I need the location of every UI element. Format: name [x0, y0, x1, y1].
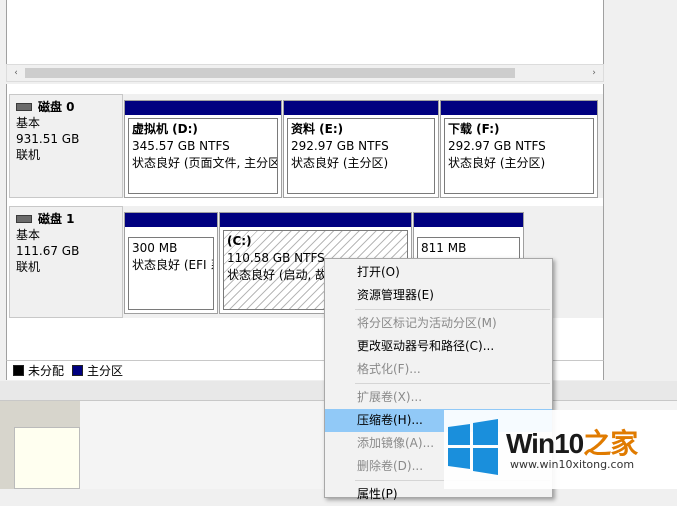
menu-separator — [355, 383, 550, 384]
primary-swatch — [72, 365, 84, 376]
disk-0-label[interactable]: 磁盘 0 基本 931.51 GB 联机 — [9, 94, 123, 198]
scrollbar-thumb[interactable] — [25, 68, 515, 78]
legend-unallocated: 未分配 — [28, 364, 65, 378]
scroll-left-icon[interactable]: ‹ — [8, 66, 24, 80]
disk-1-label[interactable]: 磁盘 1 基本 111.67 GB 联机 — [9, 206, 123, 318]
disk-0-row: 磁盘 0 基本 931.51 GB 联机 虚拟机 (D:) 345.57 GB … — [7, 94, 603, 198]
disk-icon — [16, 103, 32, 111]
partition-f[interactable]: 下载 (F:) 292.97 GB NTFS 状态良好 (主分区) — [440, 100, 598, 198]
menu-separator — [355, 309, 550, 310]
partition-d[interactable]: 虚拟机 (D:) 345.57 GB NTFS 状态良好 (页面文件, 主分区 — [124, 100, 282, 198]
menu-item[interactable]: 资源管理器(E) — [325, 284, 552, 307]
partition-efi[interactable]: 300 MB 状态良好 (EFI 系 — [124, 212, 218, 314]
menu-item[interactable]: 更改驱动器号和路径(C)... — [325, 335, 552, 358]
menu-item: 扩展卷(X)... — [357, 390, 423, 404]
unallocated-swatch — [13, 365, 24, 376]
horizontal-scrollbar[interactable]: ‹ › — [6, 64, 604, 82]
partition-e[interactable]: 资料 (E:) 292.97 GB NTFS 状态良好 (主分区) — [283, 100, 439, 198]
disk-icon — [16, 215, 32, 223]
legend-primary: 主分区 — [87, 364, 124, 378]
watermark-brand: Win10 — [506, 428, 584, 459]
scroll-right-icon[interactable]: › — [586, 66, 602, 80]
menu-item: 格式化(F)... — [357, 362, 421, 376]
watermark-brand-zh: 之家 — [583, 428, 638, 459]
volume-list[interactable] — [6, 0, 604, 66]
windows-logo-icon — [448, 419, 498, 475]
watermark-url: www.win10xitong.com — [510, 458, 635, 471]
watermark: Win10之家 www.win10xitong.com — [444, 410, 677, 489]
menu-item[interactable]: 打开(O) — [325, 261, 552, 284]
menu-item: 将分区标记为活动分区(M) — [357, 316, 497, 330]
